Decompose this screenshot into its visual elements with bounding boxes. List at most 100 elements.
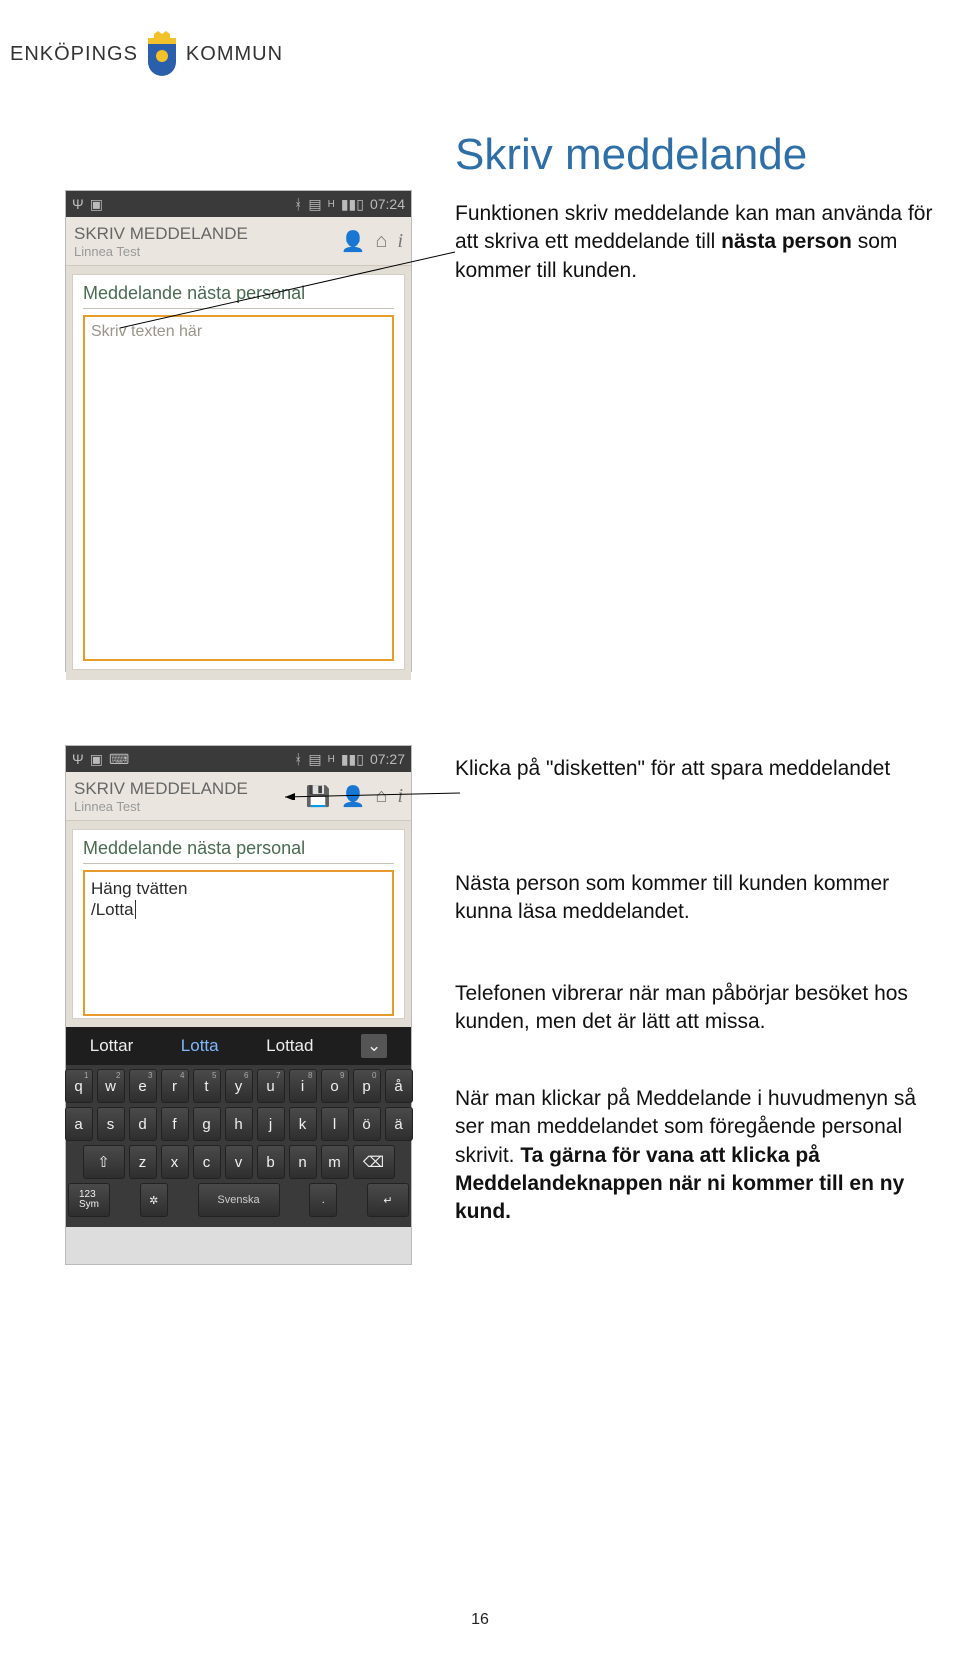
signal-icon: ▮▮▯ <box>341 196 364 213</box>
clock: 07:24 <box>370 196 405 212</box>
page-title: Skriv meddelande <box>455 130 807 180</box>
card-header: Meddelande nästa personal <box>83 838 394 859</box>
key-g[interactable]: g <box>193 1107 221 1141</box>
settings-key[interactable]: ✲ <box>140 1183 168 1217</box>
key-k[interactable]: k <box>289 1107 317 1141</box>
suggestion[interactable]: Lottar <box>90 1036 133 1056</box>
usb-icon: Ψ <box>72 196 84 212</box>
key-w[interactable]: w2 <box>97 1069 125 1103</box>
paragraph-vibrate: Telefonen vibrerar när man påbörjar besö… <box>455 980 935 1037</box>
vibrate-icon: ▤ <box>308 196 321 213</box>
screenshot-phone-1: Ψ ▣ ᚼ ▤ H ▮▮▯ 07:24 SKRIV MEDDELANDE Lin… <box>65 190 412 672</box>
key-p[interactable]: p0 <box>353 1069 381 1103</box>
home-icon[interactable]: ⌂ <box>375 785 387 808</box>
paragraph-save: Klicka på "disketten" för att spara medd… <box>455 755 935 783</box>
key-r[interactable]: r4 <box>161 1069 189 1103</box>
text-bold: Ta gärna för vana att klicka på Meddelan… <box>455 1144 904 1224</box>
symbols-key[interactable]: 123 Sym <box>68 1183 110 1217</box>
key-f[interactable]: f <box>161 1107 189 1141</box>
status-bar: Ψ ▣ ⌨ ᚼ ▤ H ▮▮▯ 07:27 <box>66 746 411 772</box>
key-m[interactable]: m <box>321 1145 349 1179</box>
image-icon: ▣ <box>90 196 103 213</box>
backspace-key[interactable]: ⌫ <box>353 1145 395 1179</box>
app-bar: SKRIV MEDDELANDE Linnea Test 👤 ⌂ i <box>66 217 411 266</box>
text-line: Häng tvätten <box>91 878 386 899</box>
message-textarea[interactable]: Skriv texten här <box>83 315 394 661</box>
message-card: Meddelande nästa personal Skriv texten h… <box>72 274 405 670</box>
usb-icon: Ψ <box>72 751 84 767</box>
save-icon[interactable]: 💾 <box>306 784 331 809</box>
key-z[interactable]: z <box>129 1145 157 1179</box>
data-icon: H <box>328 199 335 210</box>
logo-text-left: ENKÖPINGS <box>10 43 138 66</box>
bluetooth-icon: ᚼ <box>294 196 302 212</box>
period-key[interactable]: . <box>309 1183 337 1217</box>
keyboard-icon: ⌨ <box>109 751 129 768</box>
app-bar: SKRIV MEDDELANDE Linnea Test 💾 👤 ⌂ i <box>66 772 411 821</box>
key-q[interactable]: q1 <box>65 1069 93 1103</box>
screen-title: SKRIV MEDDELANDE <box>74 779 248 799</box>
card-header: Meddelande nästa personal <box>83 283 394 304</box>
status-icons-right: ᚼ ▤ H ▮▮▯ 07:24 <box>294 196 405 213</box>
key-ä[interactable]: ä <box>385 1107 413 1141</box>
logo-crest-icon <box>144 30 180 78</box>
data-icon: H <box>328 754 335 765</box>
page-number: 16 <box>0 1611 960 1629</box>
key-å[interactable]: å <box>385 1069 413 1103</box>
suggestion[interactable]: Lottad <box>266 1036 313 1056</box>
key-y[interactable]: y6 <box>225 1069 253 1103</box>
chevron-down-icon[interactable]: ⌄ <box>361 1034 387 1058</box>
key-j[interactable]: j <box>257 1107 285 1141</box>
spacebar-key[interactable]: Svenska <box>198 1183 280 1217</box>
key-u[interactable]: u7 <box>257 1069 285 1103</box>
paragraph-mainmenu: När man klickar på Meddelande i huvudmen… <box>455 1085 935 1227</box>
soft-keyboard[interactable]: q1w2e3r4t5y6u7i8o9p0å asdfghjklöä ⇧ zxcv… <box>66 1065 411 1227</box>
divider <box>83 863 394 864</box>
key-b[interactable]: b <box>257 1145 285 1179</box>
paragraph-intro: Funktionen skriv meddelande kan man anvä… <box>455 200 935 285</box>
key-l[interactable]: l <box>321 1107 349 1141</box>
message-card: Meddelande nästa personal Häng tvätten /… <box>72 829 405 1019</box>
keyboard-suggestions[interactable]: Lottar Lotta Lottad ⌄ <box>66 1027 411 1065</box>
info-icon[interactable]: i <box>397 230 403 253</box>
logo-text-right: KOMMUN <box>186 43 283 66</box>
status-icons-right: ᚼ ▤ H ▮▮▯ 07:27 <box>294 751 405 768</box>
person-icon[interactable]: 👤 <box>341 229 366 254</box>
enter-key[interactable]: ↵ <box>367 1183 409 1217</box>
message-textarea[interactable]: Häng tvätten /Lotta <box>83 870 394 1016</box>
key-ö[interactable]: ö <box>353 1107 381 1141</box>
bluetooth-icon: ᚼ <box>294 751 302 767</box>
screen-subtitle: Linnea Test <box>74 244 248 259</box>
key-h[interactable]: h <box>225 1107 253 1141</box>
signal-icon: ▮▮▯ <box>341 751 364 768</box>
key-s[interactable]: s <box>97 1107 125 1141</box>
suggestion-selected[interactable]: Lotta <box>181 1036 219 1056</box>
divider <box>83 308 394 309</box>
key-e[interactable]: e3 <box>129 1069 157 1103</box>
key-v[interactable]: v <box>225 1145 253 1179</box>
municipality-logo: ENKÖPINGS KOMMUN <box>10 30 283 78</box>
home-icon[interactable]: ⌂ <box>375 230 387 253</box>
screen-subtitle: Linnea Test <box>74 799 248 814</box>
clock: 07:27 <box>370 751 405 767</box>
key-a[interactable]: a <box>65 1107 93 1141</box>
image-icon: ▣ <box>90 751 103 768</box>
screen-title: SKRIV MEDDELANDE <box>74 224 248 244</box>
paragraph-next: Nästa person som kommer till kunden komm… <box>455 870 935 927</box>
key-i[interactable]: i8 <box>289 1069 317 1103</box>
key-o[interactable]: o9 <box>321 1069 349 1103</box>
key-t[interactable]: t5 <box>193 1069 221 1103</box>
text-line: /Lotta <box>91 899 386 920</box>
shift-key[interactable]: ⇧ <box>83 1145 125 1179</box>
vibrate-icon: ▤ <box>308 751 321 768</box>
info-icon[interactable]: i <box>397 785 403 808</box>
key-x[interactable]: x <box>161 1145 189 1179</box>
key-c[interactable]: c <box>193 1145 221 1179</box>
text-bold: nästa person <box>721 230 852 253</box>
person-icon[interactable]: 👤 <box>341 784 366 809</box>
status-bar: Ψ ▣ ᚼ ▤ H ▮▮▯ 07:24 <box>66 191 411 217</box>
key-d[interactable]: d <box>129 1107 157 1141</box>
key-n[interactable]: n <box>289 1145 317 1179</box>
status-icons-left: Ψ ▣ ⌨ <box>72 751 129 768</box>
screenshot-phone-2: Ψ ▣ ⌨ ᚼ ▤ H ▮▮▯ 07:27 SKRIV MEDDELANDE L… <box>65 745 412 1265</box>
